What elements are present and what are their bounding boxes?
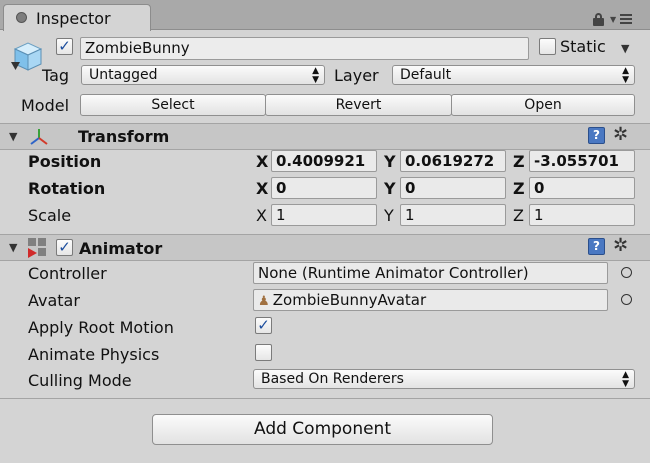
model-label: Model [21,96,70,115]
model-revert-button[interactable]: Revert [265,94,452,116]
animator-foldout-icon[interactable]: ▼ [9,241,17,254]
transform-help-icon[interactable]: ? [588,127,605,144]
position-x-field[interactable]: 0.4009921 [271,150,377,172]
scale-z-field[interactable]: 1 [529,204,635,226]
inspector-tab-icon [16,12,27,23]
gameobject-name-field[interactable]: ZombieBunny [80,37,529,60]
apply-root-motion-label: Apply Root Motion [28,318,174,337]
position-y-axis-label[interactable]: Y [384,152,396,171]
tab-inspector-label: Inspector [36,9,111,28]
scale-x-axis-label[interactable]: X [256,206,267,225]
transform-settings-gear-icon[interactable]: ✲ [613,126,628,144]
avatar-figure-icon: ♟ [258,294,270,309]
animate-physics-label: Animate Physics [28,345,160,364]
gameobject-cube-icon [10,40,46,74]
culling-mode-value: Based On Renderers [261,371,404,387]
model-open-button[interactable]: Open [451,94,635,116]
scale-z-axis-label[interactable]: Z [513,206,524,225]
animator-component-icon [28,238,48,258]
animator-title: Animator [79,239,163,258]
culling-mode-dropdown[interactable]: Based On Renderers ▲ ▼ [253,369,635,389]
layer-value: Default [400,67,452,83]
tag-dropdown[interactable]: Untagged ▲ ▼ [81,65,325,85]
position-z-axis-label[interactable]: Z [513,152,525,171]
layer-dropdown-arrows-icon: ▲ ▼ [622,66,629,85]
scale-x-field[interactable]: 1 [271,204,377,226]
tag-label: Tag [42,66,70,85]
apply-root-motion-checkbox[interactable]: ✓ [255,317,272,334]
animator-enabled-checkbox[interactable]: ✓ [56,239,73,256]
avatar-field[interactable]: ♟ ZombieBunnyAvatar [253,289,608,311]
add-component-button[interactable]: Add Component [152,414,493,445]
transform-axes-icon [28,126,50,148]
avatar-object-picker-icon[interactable] [621,294,632,305]
culling-mode-arrows-icon: ▲ ▼ [622,370,629,389]
transform-title: Transform [78,127,170,146]
position-x-axis-label[interactable]: X [256,152,268,171]
culling-mode-label: Culling Mode [28,371,132,390]
animator-help-icon[interactable]: ? [588,238,605,255]
animate-physics-checkbox[interactable] [255,344,272,361]
rotation-y-field[interactable]: 0 [400,177,506,199]
rotation-y-axis-label[interactable]: Y [384,179,396,198]
avatar-label: Avatar [28,291,80,310]
controller-field[interactable]: None (Runtime Animator Controller) [253,262,608,284]
rotation-z-axis-label[interactable]: Z [513,179,525,198]
controller-object-picker-icon[interactable] [621,267,632,278]
position-label: Position [28,152,102,171]
avatar-value: ZombieBunnyAvatar [272,291,427,309]
tab-menu-icon[interactable]: ▼ [610,12,636,26]
model-select-button[interactable]: Select [80,94,266,116]
layer-label: Layer [334,66,379,85]
rotation-x-field[interactable]: 0 [271,177,377,199]
lock-icon[interactable] [593,13,604,26]
scale-label: Scale [28,206,72,225]
scale-y-axis-label[interactable]: Y [384,206,394,225]
layer-dropdown[interactable]: Default ▲ ▼ [392,65,635,85]
tag-value: Untagged [89,67,158,83]
rotation-label: Rotation [28,179,106,198]
static-dropdown-icon[interactable]: ▼ [621,42,629,55]
position-y-field[interactable]: 0.0619272 [400,150,506,172]
rotation-z-field[interactable]: 0 [529,177,635,199]
transform-foldout-icon[interactable]: ▼ [9,130,17,143]
scale-y-field[interactable]: 1 [400,204,506,226]
animator-settings-gear-icon[interactable]: ✲ [613,237,628,255]
components-divider [0,398,650,399]
position-z-field[interactable]: -3.055701 [529,150,635,172]
static-checkbox[interactable] [539,38,556,55]
rotation-x-axis-label[interactable]: X [256,179,268,198]
gameobject-active-checkbox[interactable]: ✓ [56,38,73,55]
static-label: Static [560,37,606,56]
controller-label: Controller [28,264,107,283]
tag-dropdown-arrows-icon: ▲ ▼ [312,66,319,85]
